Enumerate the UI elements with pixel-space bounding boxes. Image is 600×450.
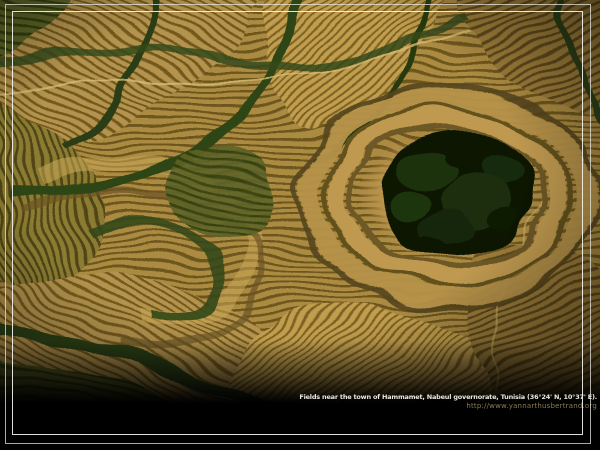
wallpaper-image: Fields near the town of Hammamet, Nabeul… [0, 0, 600, 450]
photo-caption: Fields near the town of Hammamet, Nabeul… [299, 393, 597, 401]
aerial-photo-fields [0, 0, 600, 403]
photo-credit-url: http://www.yannarthusbertrand.org [466, 402, 597, 410]
